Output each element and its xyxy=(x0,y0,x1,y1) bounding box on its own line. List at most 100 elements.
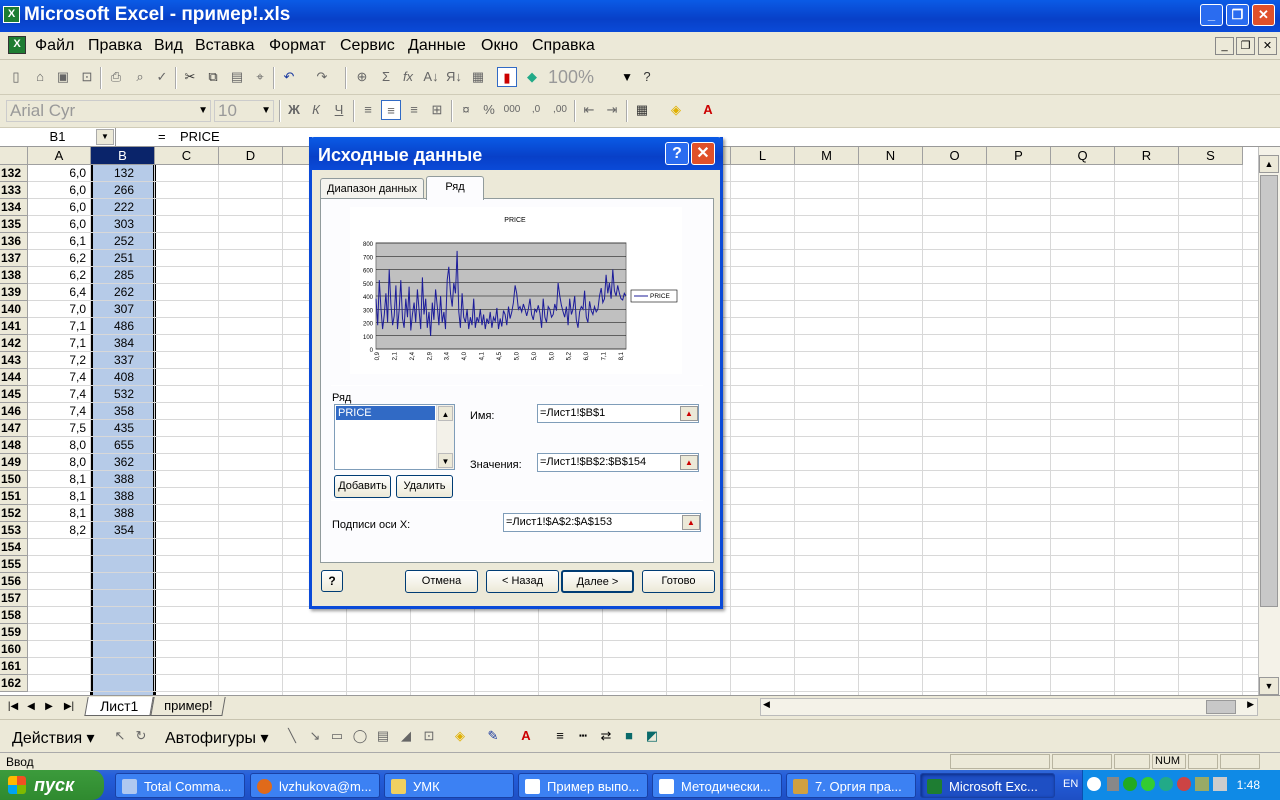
currency-icon[interactable]: ¤ xyxy=(456,100,476,120)
clipart-icon[interactable]: ⊡ xyxy=(419,726,439,746)
cell-a[interactable]: 7,0 xyxy=(28,301,91,318)
row-header[interactable]: 146 xyxy=(0,403,28,420)
row-header[interactable]: 157 xyxy=(0,590,28,607)
select-all-corner[interactable] xyxy=(0,147,28,165)
series-item-price[interactable]: PRICE xyxy=(336,406,435,420)
font-color-draw-icon[interactable]: A xyxy=(516,726,536,746)
italic-icon[interactable]: К xyxy=(306,100,326,120)
new-icon[interactable]: ▯ xyxy=(6,67,26,87)
cell-a[interactable]: 7,5 xyxy=(28,420,91,437)
menu-file[interactable]: Файл xyxy=(35,37,74,55)
cell-a[interactable] xyxy=(28,573,91,590)
column-header-o[interactable]: O xyxy=(923,147,987,165)
font-name-combo[interactable]: Arial Cyr ▼ xyxy=(6,100,211,122)
rotate-icon[interactable]: ↻ xyxy=(131,726,151,746)
cell-a[interactable] xyxy=(28,590,91,607)
hyperlink-icon[interactable]: ⊕ xyxy=(352,67,372,87)
wizard-help-button[interactable]: ? xyxy=(321,570,343,592)
row-header[interactable]: 154 xyxy=(0,539,28,556)
collapse-dialog-icon[interactable]: ▲ xyxy=(680,406,698,421)
row-header[interactable]: 159 xyxy=(0,624,28,641)
autoshapes-menu[interactable]: Автофигуры ▾ xyxy=(165,728,269,748)
column-header-l[interactable]: L xyxy=(731,147,795,165)
line-icon[interactable]: ╲ xyxy=(282,726,302,746)
excel-icon[interactable]: X xyxy=(3,6,20,23)
increase-indent-icon[interactable]: ⇥ xyxy=(602,100,622,120)
textbox-icon[interactable]: ▤ xyxy=(373,726,393,746)
cell-a[interactable]: 8,0 xyxy=(28,437,91,454)
oval-icon[interactable]: ◯ xyxy=(350,726,370,746)
add-series-button[interactable]: Добавить xyxy=(334,475,391,498)
task-excel[interactable]: Microsoft Exc... xyxy=(920,773,1055,798)
row-header[interactable]: 162 xyxy=(0,675,28,692)
row-header[interactable]: 134 xyxy=(0,199,28,216)
cell-a[interactable]: 6,0 xyxy=(28,216,91,233)
rectangle-icon[interactable]: ▭ xyxy=(327,726,347,746)
cell-a[interactable]: 8,1 xyxy=(28,471,91,488)
menu-data[interactable]: Данные xyxy=(408,37,466,55)
fill-icon[interactable]: ◈ xyxy=(450,726,470,746)
wordart-icon[interactable]: ◢ xyxy=(396,726,416,746)
select-objects-icon[interactable]: ↖ xyxy=(110,726,130,746)
line-color-icon[interactable]: ✎ xyxy=(483,726,503,746)
dialog-help-icon[interactable]: ? xyxy=(665,142,689,165)
row-header[interactable]: 148 xyxy=(0,437,28,454)
cell-b[interactable] xyxy=(91,539,155,556)
tray-arrow-icon[interactable] xyxy=(1087,777,1101,791)
name-box-dropdown-icon[interactable]: ▼ xyxy=(96,129,114,145)
drawing-icon[interactable]: ◆ xyxy=(522,67,542,87)
align-center-icon[interactable]: ≡ xyxy=(381,100,401,120)
cell-a[interactable] xyxy=(28,658,91,675)
menu-window[interactable]: Окно xyxy=(481,37,518,55)
finish-button[interactable]: Готово xyxy=(642,570,715,593)
cell-b[interactable]: 532 xyxy=(91,386,155,403)
format-painter-icon[interactable]: ⌖ xyxy=(250,67,270,87)
cell-b[interactable]: 337 xyxy=(91,352,155,369)
save-icon[interactable]: ▣ xyxy=(53,67,73,87)
formula-input[interactable]: PRICE xyxy=(180,129,220,144)
tray-update-icon[interactable] xyxy=(1159,777,1173,791)
collapse-dialog-icon[interactable]: ▲ xyxy=(680,455,698,470)
align-left-icon[interactable]: ≡ xyxy=(358,100,378,120)
line-style-icon[interactable]: ≡ xyxy=(550,726,570,746)
cut-icon[interactable]: ✂ xyxy=(180,67,200,87)
cell-b[interactable]: 486 xyxy=(91,318,155,335)
next-button[interactable]: Далее > xyxy=(561,570,634,593)
row-header[interactable]: 153 xyxy=(0,522,28,539)
cell-a[interactable]: 6,2 xyxy=(28,267,91,284)
row-header[interactable]: 145 xyxy=(0,386,28,403)
row-header[interactable]: 143 xyxy=(0,352,28,369)
task-mail[interactable]: lvzhukova@m... xyxy=(250,773,380,798)
task-word-example[interactable]: Пример выпо... xyxy=(518,773,648,798)
mdi-close-button[interactable]: ✕ xyxy=(1258,37,1277,55)
cell-a[interactable] xyxy=(28,539,91,556)
cell-b[interactable]: 266 xyxy=(91,182,155,199)
underline-icon[interactable]: Ч xyxy=(329,100,349,120)
scroll-thumb[interactable] xyxy=(1260,175,1278,607)
chart-wizard-icon[interactable]: ▦ xyxy=(468,67,488,87)
cell-b[interactable] xyxy=(91,641,155,658)
bold-icon[interactable]: Ж xyxy=(284,100,304,120)
row-header[interactable]: 147 xyxy=(0,420,28,437)
menu-format[interactable]: Формат xyxy=(269,37,326,55)
cell-b[interactable] xyxy=(91,675,155,692)
cell-b[interactable]: 362 xyxy=(91,454,155,471)
row-header[interactable]: 142 xyxy=(0,335,28,352)
horizontal-scrollbar[interactable]: ◀ ▶ xyxy=(760,698,1258,716)
list-scroll-down-icon[interactable]: ▼ xyxy=(438,453,453,468)
column-header-m[interactable]: M xyxy=(795,147,859,165)
3d-icon[interactable]: ◩ xyxy=(642,726,662,746)
x-labels-input[interactable]: =Лист1!$A$2:$A$153 ▲ xyxy=(503,513,701,532)
print-preview-icon[interactable]: ⌕ xyxy=(130,67,150,87)
workbook-icon[interactable]: X xyxy=(8,36,26,54)
series-list-scrollbar[interactable]: ▲ ▼ xyxy=(436,405,454,469)
cell-b[interactable] xyxy=(91,573,155,590)
dialog-close-icon[interactable]: ✕ xyxy=(691,142,715,165)
cell-b[interactable]: 303 xyxy=(91,216,155,233)
undo-icon[interactable]: ↶ xyxy=(279,67,299,87)
minimize-button[interactable]: _ xyxy=(1200,4,1223,26)
open-icon[interactable]: ⌂ xyxy=(30,67,50,87)
cell-b[interactable]: 222 xyxy=(91,199,155,216)
dialog-title-bar[interactable]: Исходные данные ? ✕ xyxy=(309,137,723,170)
row-header[interactable]: 150 xyxy=(0,471,28,488)
